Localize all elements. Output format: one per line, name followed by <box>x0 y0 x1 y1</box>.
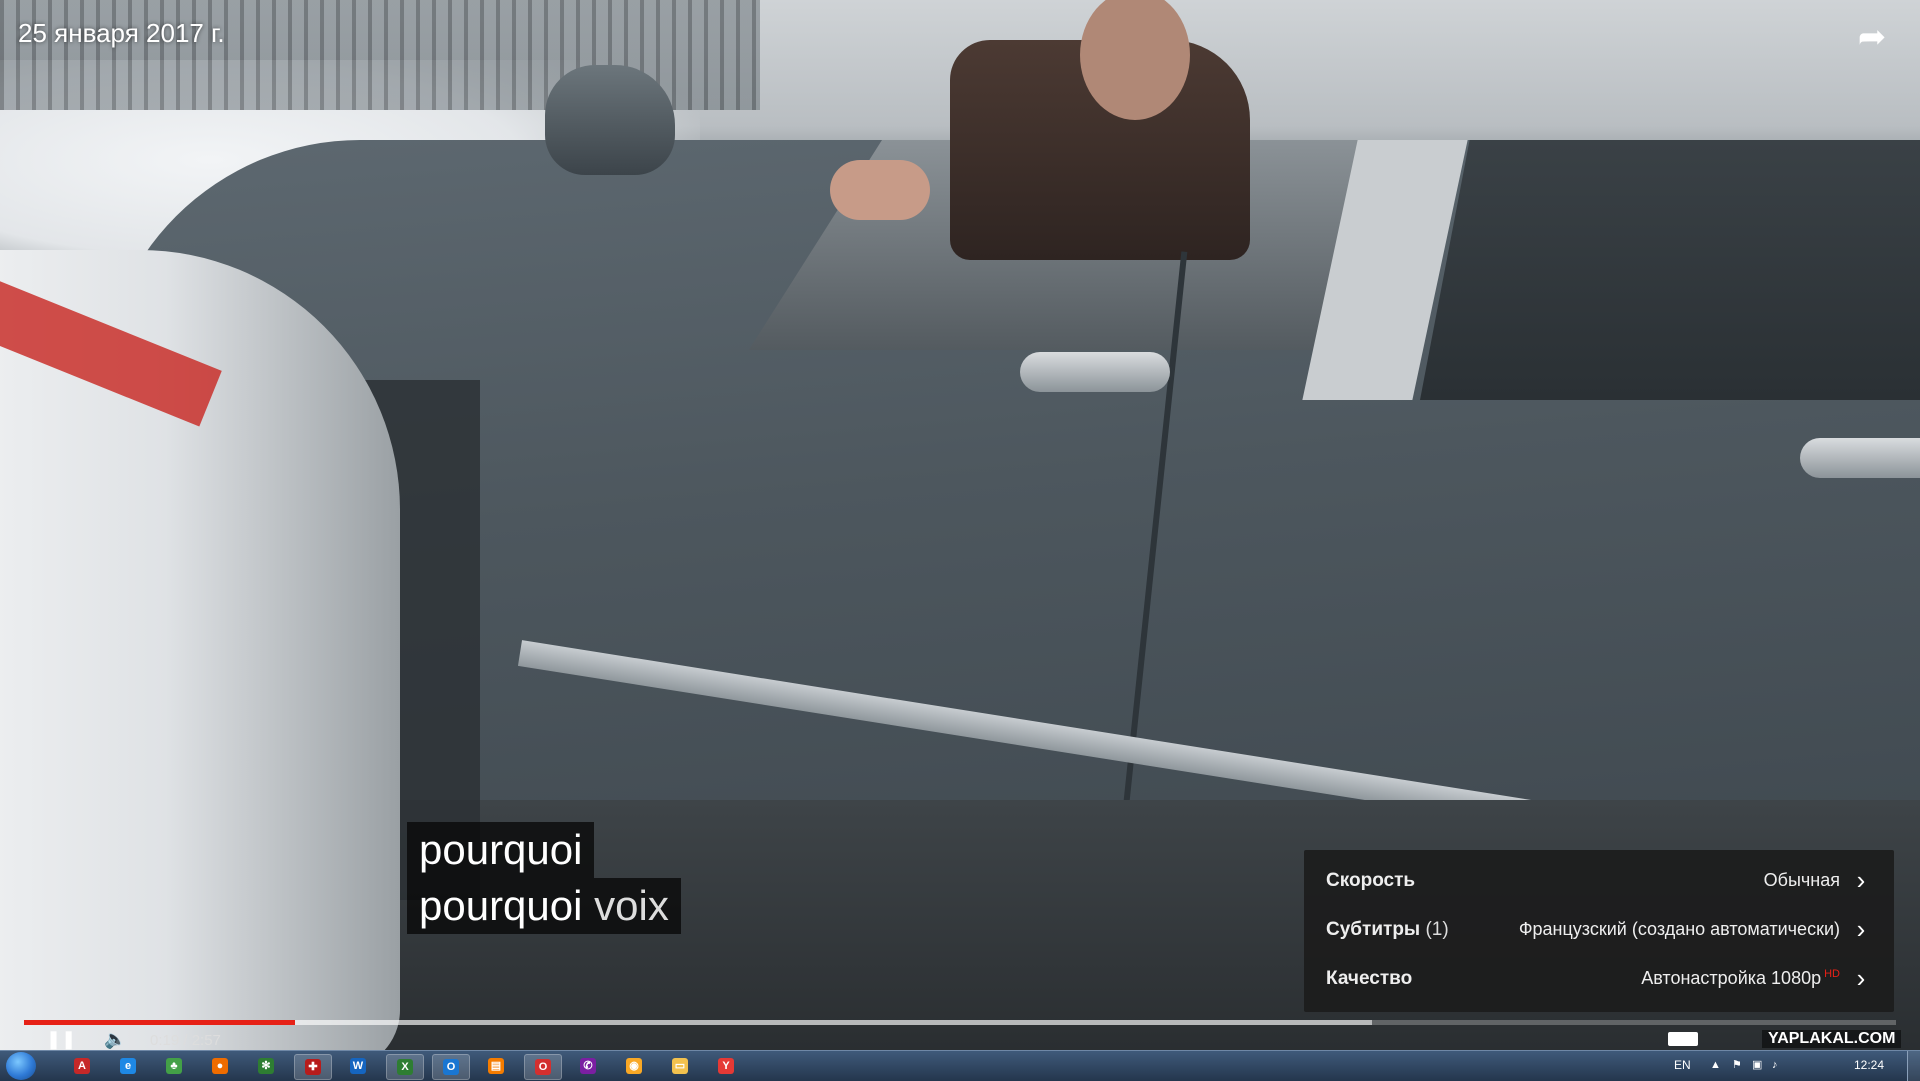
hd-badge: HD <box>1824 968 1840 980</box>
explorer-icon: ▭ <box>672 1058 688 1074</box>
show-desktop-button[interactable] <box>1907 1051 1920 1081</box>
taskbar-app-yandex[interactable]: Y <box>708 1054 744 1078</box>
caption-window: pourquoi pourquoi voix <box>407 822 681 934</box>
volume-tray-icon[interactable]: ♪ <box>1772 1059 1784 1071</box>
driver-hand <box>830 160 930 220</box>
caption-line-2: pourquoi voix <box>407 878 681 934</box>
watermark-logo: YAPLAKAL.COM <box>1762 1030 1902 1048</box>
chevron-right-icon: › <box>1856 963 1866 993</box>
windows-taskbar: Ae ♣ ● ✻ ✚ W X O ▤ O ✆ ◉ ▭ Y EN ▲ ⚑ ▣ ♪ 12:24 <box>0 1050 1920 1081</box>
start-button[interactable] <box>6 1052 36 1080</box>
pause-icon[interactable]: ❚❚ <box>46 1030 76 1048</box>
settings-quality-row[interactable]: Качество Автонастройка 1080p HD › <box>1304 954 1894 1003</box>
language-indicator[interactable]: EN <box>1674 1058 1691 1072</box>
share-arrow-icon[interactable]: ➦ <box>1852 20 1892 54</box>
settings-menu: Скорость Обычная › Субтитры (1) Французс… <box>1304 850 1894 1012</box>
subtitles-count: (1) <box>1425 918 1449 940</box>
taskbar-app-gear-green[interactable]: ✻ <box>248 1054 284 1078</box>
progress-played <box>24 1020 295 1025</box>
opera-icon: O <box>535 1059 551 1075</box>
taskbar-app-acrobat[interactable]: A <box>64 1054 100 1078</box>
chevron-right-icon: › <box>1856 914 1866 944</box>
yandex-icon: Y <box>718 1058 734 1074</box>
taskbar-app-opera[interactable]: O <box>524 1054 562 1080</box>
subtitles-icon[interactable] <box>1668 1032 1698 1046</box>
taskbar-app-word[interactable]: W <box>340 1054 376 1078</box>
side-mirror <box>545 65 675 175</box>
taskbar-app-notepad[interactable]: ▤ <box>478 1054 514 1078</box>
taskbar-app-red-app[interactable]: ✚ <box>294 1054 332 1080</box>
volume-icon[interactable]: 🔈 <box>104 1030 128 1048</box>
settings-subtitles-label: Субтитры (1) <box>1326 918 1449 940</box>
taskbar-app-outlook[interactable]: O <box>432 1054 470 1080</box>
firefox-icon: ● <box>212 1058 228 1074</box>
clover-icon: ♣ <box>166 1058 182 1074</box>
ie-icon: e <box>120 1058 136 1074</box>
excel-icon: X <box>397 1059 413 1075</box>
taskbar-app-excel[interactable]: X <box>386 1054 424 1080</box>
settings-quality-value: Автонастройка 1080p HD <box>1641 968 1840 988</box>
chevron-right-icon: › <box>1856 865 1866 895</box>
flag-icon[interactable]: ⚑ <box>1732 1059 1744 1071</box>
gear-green-icon: ✻ <box>258 1058 274 1074</box>
settings-subtitles-row[interactable]: Субтитры (1) Французский (создано автома… <box>1304 905 1894 954</box>
video-date-overlay: 25 января 2017 г. <box>18 18 225 48</box>
quality-resolution: 1080p <box>1771 968 1822 988</box>
taskbar-app-clover[interactable]: ♣ <box>156 1054 192 1078</box>
viber-icon: ✆ <box>580 1058 596 1074</box>
notepad-icon: ▤ <box>488 1058 504 1074</box>
progress-bar[interactable] <box>24 1020 1896 1025</box>
network-icon[interactable]: ▣ <box>1752 1059 1764 1071</box>
settings-speed-row[interactable]: Скорость Обычная › <box>1304 856 1894 905</box>
outlook-icon: O <box>443 1059 459 1075</box>
suv-rear-window <box>1420 140 1920 400</box>
taskbar-app-ie[interactable]: e <box>110 1054 146 1078</box>
taskbar-app-firefox[interactable]: ● <box>202 1054 238 1078</box>
time-display: 0:19 / 2:57 <box>150 1032 221 1049</box>
settings-subtitles-value: Французский (создано автоматически) <box>1518 919 1840 939</box>
acrobat-icon: A <box>74 1058 90 1074</box>
taskbar-app-explorer[interactable]: ▭ <box>662 1054 698 1078</box>
system-tray: EN ▲ ⚑ ▣ ♪ 12:24 <box>1660 1051 1920 1081</box>
door-handle-front <box>1020 352 1170 392</box>
settings-speed-value: Обычная <box>1763 870 1840 890</box>
red-app-icon: ✚ <box>305 1059 321 1075</box>
word-icon: W <box>350 1058 366 1074</box>
caption-word-voix: voix <box>594 882 669 929</box>
tray-expand-icon[interactable]: ▲ <box>1710 1059 1722 1071</box>
player-controls: ❚❚ 🔈 0:19 / 2:57 YAPLAKAL.COM <box>0 1030 1920 1050</box>
system-clock[interactable]: 12:24 <box>1854 1058 1884 1072</box>
taskbar-app-viber[interactable]: ✆ <box>570 1054 606 1078</box>
video-frame[interactable]: 25 января 2017 г. ➦ pourquoi pourquoi vo… <box>0 0 1920 1050</box>
settings-quality-label: Качество <box>1326 967 1413 989</box>
taskbar-app-chrome[interactable]: ◉ <box>616 1054 652 1078</box>
caption-word-pourquoi: pourquoi <box>419 882 583 929</box>
settings-speed-label: Скорость <box>1326 869 1416 891</box>
chrome-icon: ◉ <box>626 1058 642 1074</box>
caption-line-1: pourquoi <box>407 822 595 878</box>
door-handle-rear <box>1800 438 1920 478</box>
